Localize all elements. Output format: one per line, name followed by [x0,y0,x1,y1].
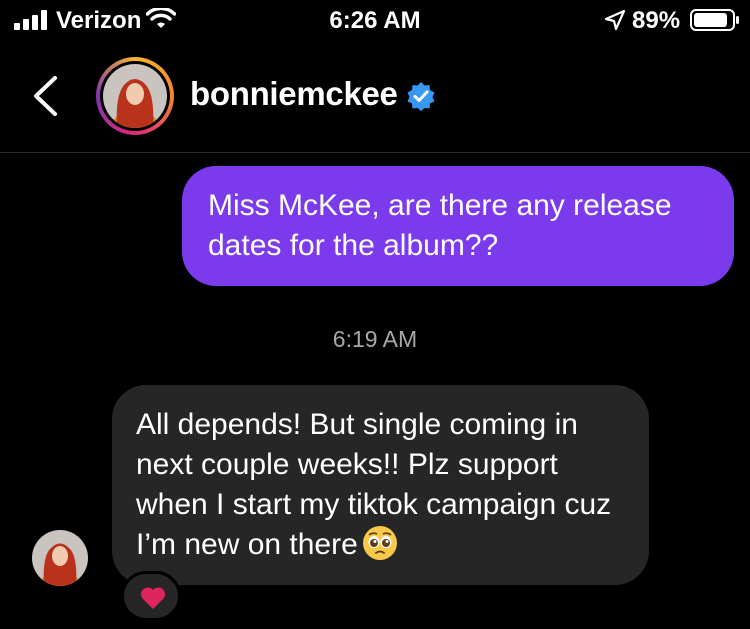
pleading-face-emoji-icon [362,526,397,561]
heart-reaction[interactable] [121,571,181,621]
profile-avatar[interactable] [96,57,174,135]
location-arrow-icon [604,9,626,31]
chat-header: bonniemckee [0,40,750,153]
verified-badge-icon [407,82,435,111]
red-heart-icon [140,587,166,609]
battery-percentage: 89% [632,7,681,34]
received-message-bubble[interactable]: All depends! But single coming in next c… [112,385,649,585]
status-bar: Verizon 6:26 AM 89% [0,0,750,40]
battery-icon [690,9,739,31]
sender-avatar[interactable] [32,530,88,586]
sent-message-text: Miss McKee, are there any release dates … [208,189,672,262]
sent-message-bubble[interactable]: Miss McKee, are there any release dates … [182,166,734,286]
message-timestamp: 6:19 AM [332,326,418,352]
profile-photo [103,64,167,128]
back-chevron-icon[interactable] [28,74,62,118]
chat-username[interactable]: bonniemckee [190,75,398,113]
